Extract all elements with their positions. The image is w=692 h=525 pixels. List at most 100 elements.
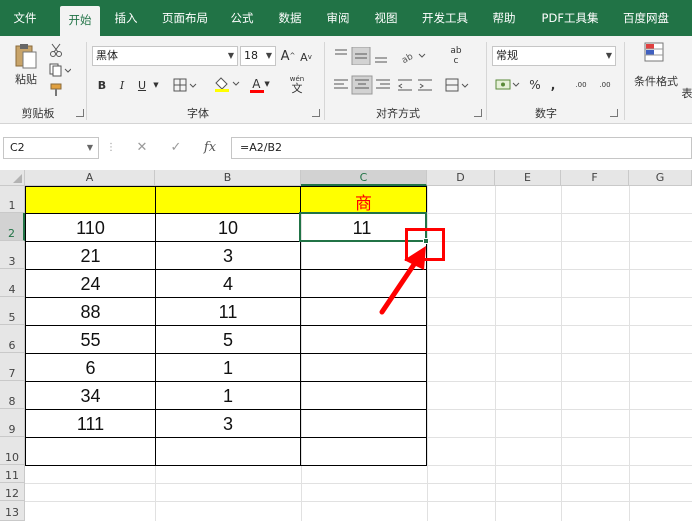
name-box-value: C2 [10, 141, 25, 154]
cell-b5[interactable]: 11 [156, 302, 300, 323]
tab-help[interactable]: 帮助 [482, 0, 526, 36]
cell-a4[interactable]: 24 [26, 274, 155, 295]
cell-a9[interactable]: 111 [26, 414, 155, 435]
group-divider [86, 42, 87, 120]
row-header-10[interactable]: 10 [0, 437, 25, 465]
formula-input[interactable]: =A2/B2 [231, 137, 692, 159]
font-launcher-icon[interactable] [312, 109, 320, 117]
column-header-d[interactable]: D [427, 170, 495, 186]
select-all-corner[interactable] [0, 170, 25, 186]
grid-line [25, 501, 692, 502]
cell-b4[interactable]: 4 [156, 274, 300, 295]
tab-pdf-tools[interactable]: PDF工具集 [530, 0, 610, 36]
tab-developer[interactable]: 开发工具 [412, 0, 478, 36]
cell-a7[interactable]: 6 [26, 358, 155, 379]
column-header-a[interactable]: A [25, 170, 155, 186]
row-header-5[interactable]: 5 [0, 297, 25, 325]
tab-insert[interactable]: 插入 [104, 0, 148, 36]
cut-icon[interactable] [48, 42, 64, 58]
underline-button[interactable]: U [134, 76, 150, 94]
column-header-b[interactable]: B [155, 170, 301, 186]
cell-a5[interactable]: 88 [26, 302, 155, 323]
table-border [25, 269, 427, 270]
alignment-launcher-icon[interactable] [474, 109, 482, 117]
row-header-9[interactable]: 9 [0, 409, 25, 437]
copy-icon[interactable] [48, 62, 72, 78]
orientation-button[interactable]: ab [398, 46, 430, 66]
row-header-6[interactable]: 6 [0, 325, 25, 353]
format-painter-icon[interactable] [48, 82, 64, 98]
paint-bucket-icon [215, 77, 240, 92]
row-header-4[interactable]: 4 [0, 269, 25, 297]
column-header-e[interactable]: E [495, 170, 561, 186]
font-color-button[interactable]: A ▼ [246, 74, 276, 94]
tab-file[interactable]: 文件 [0, 0, 50, 36]
conditional-formatting-icon [644, 42, 664, 62]
decrease-decimal-button[interactable]: .00 [596, 76, 614, 94]
row-header-12[interactable]: 12 [0, 483, 25, 501]
conditional-formatting-button[interactable] [642, 40, 668, 66]
row-header-7[interactable]: 7 [0, 353, 25, 381]
merge-cells-icon [445, 78, 469, 92]
table-border [25, 186, 427, 187]
tab-view[interactable]: 视图 [364, 0, 408, 36]
font-size-field[interactable]: 18 ▼ [240, 46, 276, 66]
row-header-1[interactable]: 1 [0, 186, 25, 213]
chevron-down-icon: ▼ [86, 143, 93, 152]
cell-b9[interactable]: 3 [156, 414, 300, 435]
insert-function-button[interactable]: fx [198, 137, 222, 159]
cell-b2[interactable]: 10 [156, 218, 300, 239]
column-header-f[interactable]: F [561, 170, 629, 186]
decrease-font-button[interactable]: Av [298, 48, 314, 66]
cell-b8[interactable]: 1 [156, 386, 300, 407]
wrap-text-button[interactable]: ab c [446, 44, 466, 68]
cell-a2[interactable]: 110 [26, 218, 155, 239]
enter-icon[interactable]: ✓ [166, 137, 186, 159]
increase-font-button[interactable]: A ^ [280, 46, 296, 66]
tab-review[interactable]: 审阅 [316, 0, 360, 36]
wrap-text-glyph-top: ab [450, 46, 462, 56]
tab-data[interactable]: 数据 [268, 0, 312, 36]
tab-home[interactable]: 开始 [60, 6, 100, 36]
clipboard-launcher-icon[interactable] [76, 109, 84, 117]
cell-b3[interactable]: 3 [156, 246, 300, 267]
accounting-format-button[interactable] [494, 76, 524, 94]
number-launcher-icon[interactable] [610, 109, 618, 117]
tab-page-layout[interactable]: 页面布局 [152, 0, 218, 36]
font-name-field[interactable]: 黑体 ▼ [92, 46, 238, 66]
wrap-text-glyph-bottom: c [453, 56, 459, 66]
italic-button[interactable]: I [114, 76, 130, 94]
cell-a3[interactable]: 21 [26, 246, 155, 267]
cell-a6[interactable]: 55 [26, 330, 155, 351]
row-header-13[interactable]: 13 [0, 501, 25, 521]
cell-a8[interactable]: 34 [26, 386, 155, 407]
vertical-align-buttons[interactable] [332, 46, 392, 66]
horizontal-align-buttons[interactable] [332, 74, 436, 96]
cell-b6[interactable]: 5 [156, 330, 300, 351]
tab-formulas[interactable]: 公式 [222, 0, 262, 36]
percent-button[interactable]: % [528, 76, 542, 94]
row-header-8[interactable]: 8 [0, 381, 25, 409]
chevron-down-icon[interactable]: ▼ [152, 80, 160, 90]
cancel-icon[interactable]: ✕ [132, 137, 152, 159]
increase-decimal-button[interactable]: .00 [572, 76, 590, 94]
borders-button[interactable] [172, 76, 200, 94]
chevron-down-icon: ▼ [605, 51, 612, 60]
row-header-3[interactable]: 3 [0, 241, 25, 269]
column-header-g[interactable]: G [629, 170, 692, 186]
row-header-2[interactable]: 2 [0, 213, 25, 241]
fill-color-button[interactable] [212, 74, 242, 94]
phonetic-button[interactable]: wén 文 [286, 72, 308, 96]
paste-button[interactable] [12, 42, 40, 70]
name-box[interactable]: C2 ▼ [3, 137, 99, 159]
bold-button[interactable]: B [94, 76, 110, 94]
row-header-11[interactable]: 11 [0, 465, 25, 483]
cell-c1[interactable]: 商 [301, 189, 426, 214]
number-format-field[interactable]: 常规 ▼ [492, 46, 616, 66]
column-header-c[interactable]: C [301, 170, 427, 186]
cell-b7[interactable]: 1 [156, 358, 300, 379]
comma-button[interactable]: , [548, 76, 558, 94]
red-arrow-icon [379, 246, 426, 315]
merge-center-button[interactable] [444, 76, 472, 94]
tab-baidu-netdisk[interactable]: 百度网盘 [612, 0, 680, 36]
